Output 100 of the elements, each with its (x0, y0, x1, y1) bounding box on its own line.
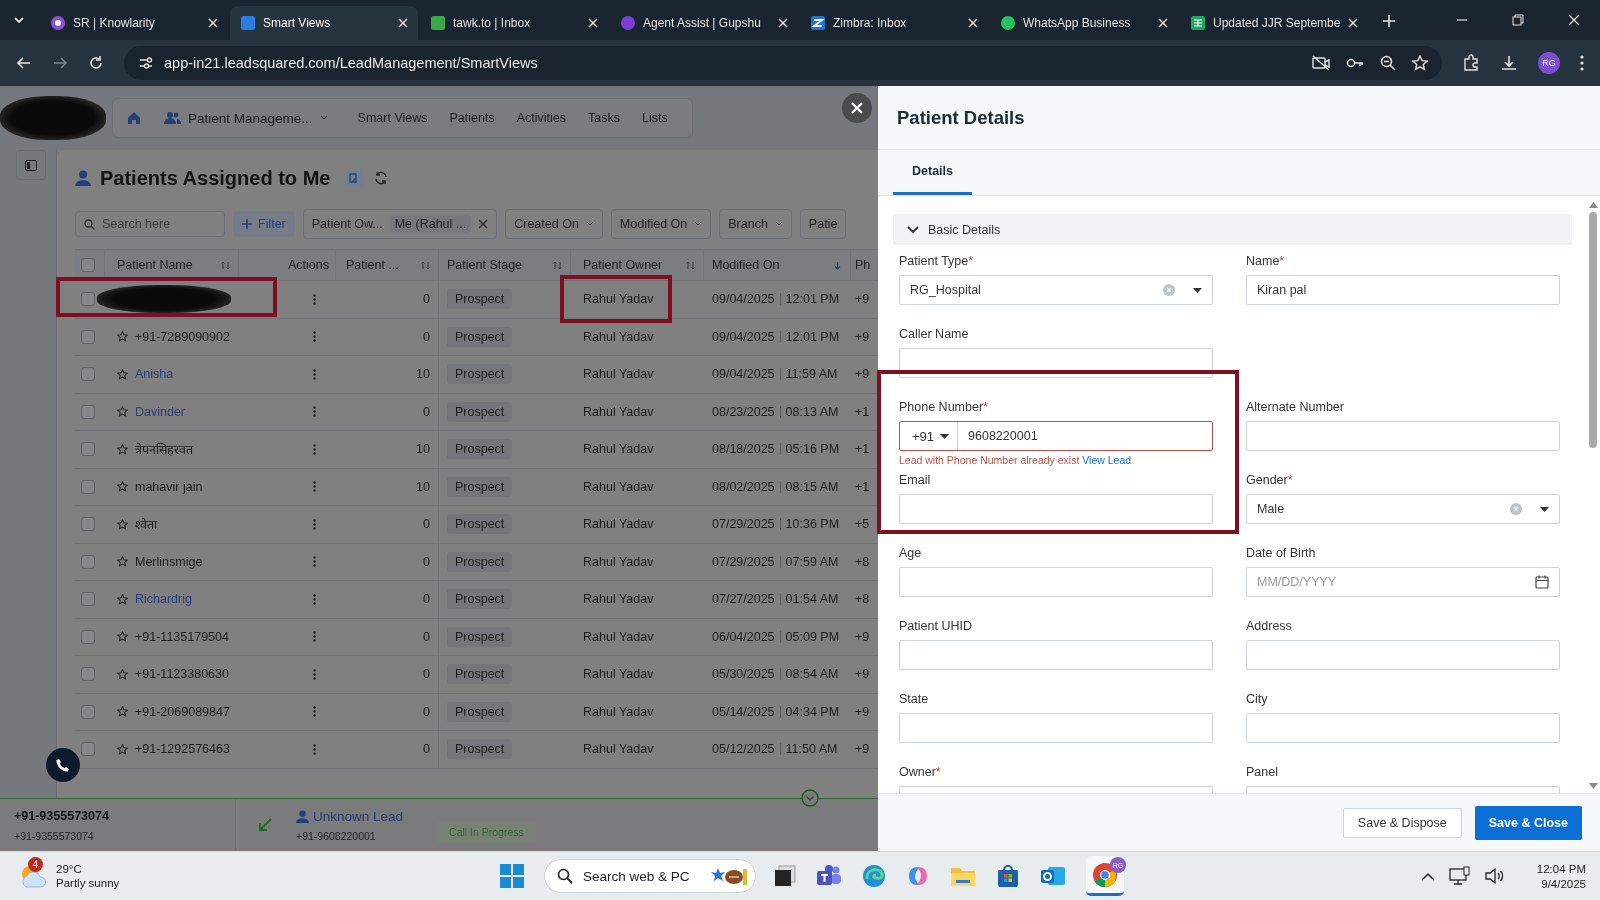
browser-tab[interactable]: Updated JJR Septembe (1180, 6, 1368, 40)
nav-link[interactable]: Patients (449, 111, 495, 125)
dropdown-field[interactable]: Male (1246, 494, 1560, 524)
section-header[interactable]: Basic Details (893, 214, 1572, 245)
patient-name: Merlinsmige (135, 554, 203, 569)
browser-tab[interactable]: Smart Views (230, 6, 418, 40)
column-header[interactable]: Patient Owner (583, 258, 663, 272)
nav-link[interactable]: Lists (641, 111, 668, 125)
stage-badge: Prospect (447, 664, 513, 685)
field-label: State (899, 692, 929, 706)
filter-chip[interactable]: Patie (799, 209, 847, 239)
text-field[interactable]: Kiran pal (1246, 275, 1560, 305)
patient-link[interactable]: Anisha (135, 367, 174, 382)
date-field[interactable]: MM/DD/YYYY (1246, 567, 1560, 597)
dropdown-field[interactable]: RG_Hospital (899, 275, 1213, 305)
patient-name: +91-1135179504 (135, 629, 229, 644)
phone-input[interactable]: 9608220001 (968, 429, 1202, 443)
weather-condition: Partly sunny (56, 877, 120, 889)
field-label: Name (1246, 254, 1280, 268)
lead-link[interactable]: Unknown Lead (296, 808, 404, 824)
column-header[interactable]: Modified On (712, 258, 780, 272)
column-header[interactable]: Patient ... (346, 258, 399, 272)
date-cell: 09/04/2025 (712, 367, 775, 382)
nav-link[interactable]: Activities (516, 111, 566, 125)
owner-cell: Rahul Yadav (583, 292, 654, 307)
view-title: Patients Assigned to Me (100, 166, 331, 190)
save-close-button[interactable]: Save & Close (1474, 805, 1582, 840)
column-header[interactable]: Actions (288, 258, 329, 272)
field-label: Gender (1246, 473, 1288, 487)
stage-badge: Prospect (447, 326, 513, 347)
clock-date[interactable]: 9/4/2025 (1541, 877, 1586, 890)
field-label: Phone Number (899, 400, 984, 414)
nav-link[interactable]: Tasks (588, 111, 620, 125)
date-cell: 09/04/2025 (712, 329, 775, 344)
phone-cell: +9 (855, 667, 870, 682)
field-label: City (1246, 692, 1268, 706)
taskbar-search-field[interactable]: Search web & PC (544, 859, 756, 893)
time-cell: 08:13 AM (785, 404, 839, 419)
table-cell: 0 (423, 554, 430, 569)
date-input[interactable]: MM/DD/YYYY (1257, 575, 1525, 589)
phone-cell: +9 (855, 329, 870, 344)
date-cell: 08/18/2025 (712, 442, 775, 457)
field-label: Patient Type (899, 254, 969, 268)
search-field[interactable]: Search here (75, 211, 225, 237)
module-dropdown[interactable]: Patient Manageme... (163, 110, 328, 126)
date-cell: 08/02/2025 (712, 479, 775, 494)
table-cell: 0 (423, 404, 430, 419)
required-mark: * (968, 254, 974, 268)
search-input[interactable]: Search here (102, 217, 216, 231)
dropdown-value[interactable]: Male (1257, 502, 1500, 516)
profile-avatar[interactable]: RG (1538, 52, 1560, 74)
date-cell: 05/14/2025 (712, 704, 775, 719)
table-cell: 0 (423, 629, 430, 644)
owner-cell: Rahul Yadav (583, 742, 654, 757)
time-cell: 05:09 PM (785, 629, 840, 644)
caller-subtext: +91-9355573074 (14, 829, 95, 842)
table-cell: 0 (423, 329, 430, 344)
patient-name: +91-2069089847 (135, 704, 230, 719)
tab[interactable]: Details (893, 150, 972, 195)
filter-chip[interactable]: Branch (719, 209, 792, 239)
filter-label: Branch (728, 217, 768, 231)
country-code-dropdown[interactable]: +91 (900, 422, 959, 450)
column-header[interactable]: Patient Stage (447, 258, 523, 272)
owner-cell: Rahul Yadav (583, 704, 654, 719)
table-cell: 0 (423, 704, 430, 719)
date-cell: 05/12/2025 (712, 742, 775, 757)
patient-link[interactable]: Richardrig (135, 592, 192, 607)
view-lead-link[interactable]: View Lead (1082, 454, 1132, 466)
taskbar-search-input[interactable]: Search web & PC (583, 868, 699, 884)
nav-link[interactable]: Smart Views (357, 111, 428, 125)
column-header[interactable]: Ph (855, 258, 871, 272)
patient-name: +91-7289090902 (135, 329, 230, 344)
owner-cell: Rahul Yadav (583, 404, 654, 419)
patient-name: mahavir jain (135, 479, 203, 494)
browser-tab[interactable]: SR | Knowlarity (40, 6, 228, 40)
browser-tab[interactable]: WhatsApp Business (990, 6, 1178, 40)
filter-chip[interactable]: Modified On (610, 209, 712, 239)
filter-value: Me (Rahul ... (389, 215, 472, 233)
filter-label: Modified On (619, 217, 688, 231)
dropdown-value[interactable]: RG_Hospital (910, 283, 1153, 297)
field-label: Alternate Number (1246, 400, 1344, 414)
browser-tab[interactable]: Zimbra: Inbox (800, 6, 988, 40)
phone-cell: +9 (855, 742, 870, 757)
table-cell: 10 (416, 367, 430, 382)
date-cell: 07/29/2025 (712, 554, 775, 569)
save-dispose-button[interactable]: Save & Dispose (1342, 807, 1462, 838)
filter-chip[interactable]: Patient Ow... Me (Rahul ... (302, 209, 498, 239)
clock-time[interactable]: 12:04 PM (1536, 862, 1586, 875)
caller-number: +91-9355573074 (14, 808, 110, 823)
browser-tab[interactable]: tawk.to | Inbox (420, 6, 608, 40)
patient-link[interactable]: Davinder (135, 404, 186, 419)
phone-field[interactable]: +91 9608220001 (899, 421, 1213, 451)
column-header[interactable]: Patient Name (117, 258, 193, 272)
date-cell: 07/27/2025 (712, 592, 775, 607)
field-label: Owner (899, 765, 936, 779)
browser-tab[interactable]: Agent Assist | Gupshu (610, 6, 798, 40)
field-label: Email (899, 473, 931, 487)
address-bar[interactable]: app-in21.leadsquared.com/LeadManagement/SmartViews (124, 46, 1442, 80)
filter-chip[interactable]: Created On (505, 209, 603, 239)
phone-cell: +9 (855, 629, 870, 644)
